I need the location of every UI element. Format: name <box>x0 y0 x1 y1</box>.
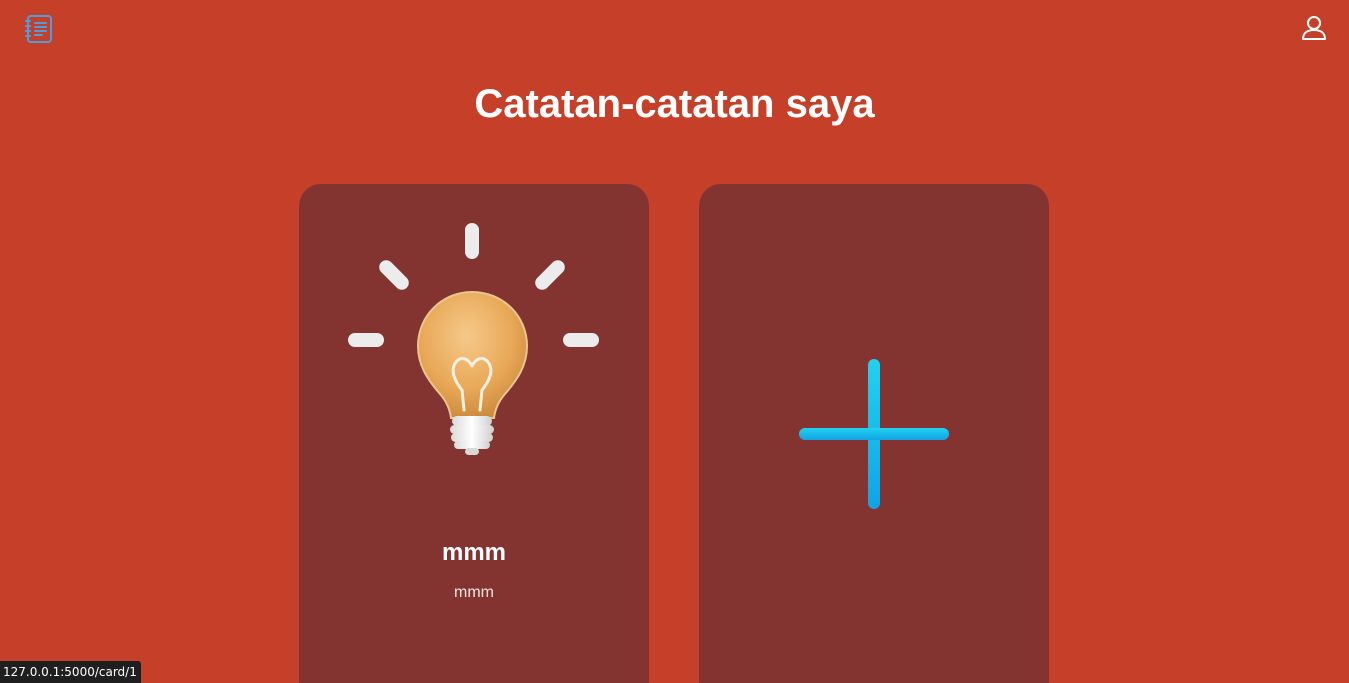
note-title: mmm <box>441 539 507 566</box>
plus-icon <box>797 357 951 511</box>
lightbulb-icon <box>344 220 604 460</box>
status-bar-url: 127.0.0.1:5000/card/1 <box>0 661 141 683</box>
note-card[interactable]: mmm mmm <box>299 184 649 683</box>
page: Catatan-catatan saya mmm mmm 127.0.0.1:5… <box>0 0 1349 683</box>
notebook-icon[interactable] <box>23 13 55 45</box>
user-icon[interactable] <box>1300 14 1328 42</box>
page-title: Catatan-catatan saya <box>474 82 875 126</box>
note-description: mmm <box>454 584 494 601</box>
add-note-card[interactable] <box>699 184 1049 683</box>
